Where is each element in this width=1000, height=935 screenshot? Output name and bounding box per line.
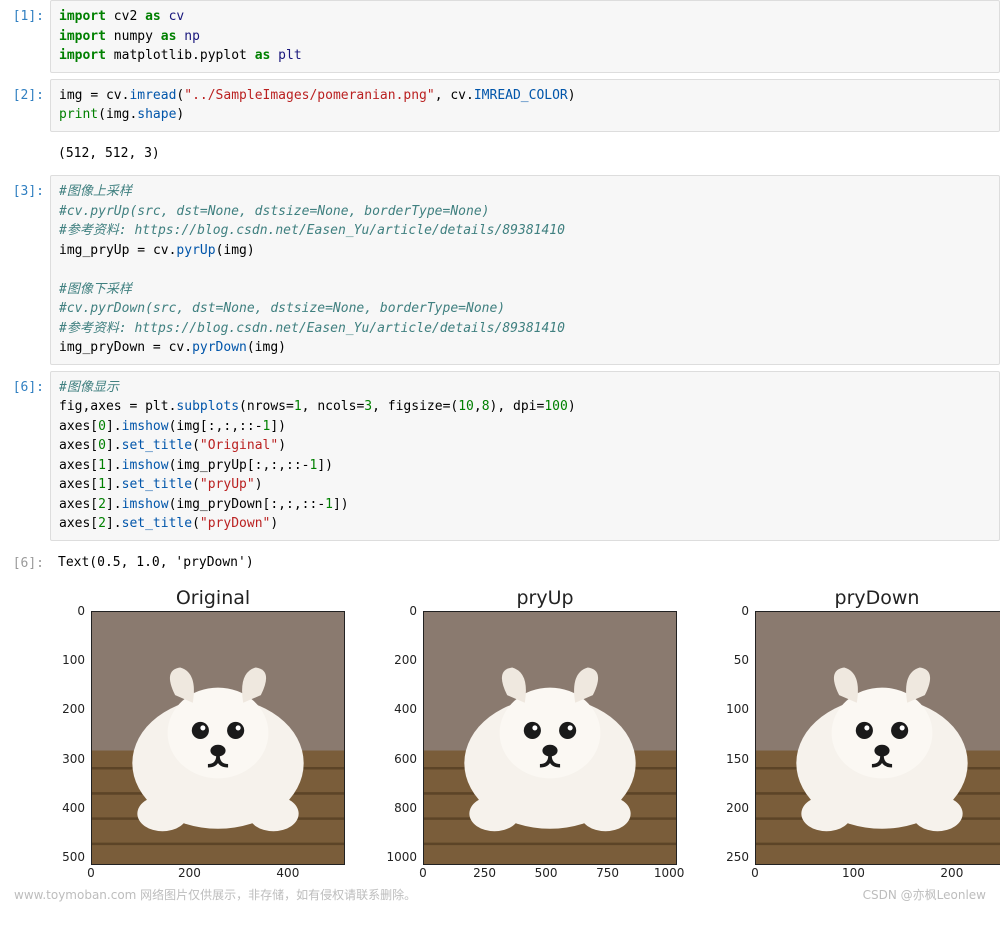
plot-area: [755, 611, 1000, 865]
subplot-0: Original 0100200300400500 0200400: [58, 588, 368, 883]
x-ticks: 02505007501000: [423, 867, 675, 883]
subplot-2: pryDown 050100150200250 0100200: [722, 588, 1000, 883]
plot-area: [91, 611, 345, 865]
subplot-title: Original: [58, 588, 368, 609]
subplot-1: pryUp 02004006008001000 02505007501000: [390, 588, 700, 883]
y-ticks: 050100150200250: [722, 611, 752, 863]
code-cell-3: [3]: #图像上采样 #cv.pyrUp(src, dst=None, dst…: [0, 175, 1000, 365]
code-area-2[interactable]: img = cv.imread("../SampleImages/pomeran…: [50, 79, 1000, 132]
prompt-out-6: [6]:: [0, 547, 50, 579]
code-cell-6: [6]: #图像显示 fig,axes = plt.subplots(nrows…: [0, 371, 1000, 541]
plot-area: [423, 611, 677, 865]
dog-image: [92, 612, 344, 864]
subplot-row: Original 0100200300400500 0200400 pryUp …: [58, 588, 1000, 883]
code-area-3[interactable]: #图像上采样 #cv.pyrUp(src, dst=None, dstsize=…: [50, 175, 1000, 365]
dog-image: [424, 612, 676, 864]
prompt-in-2: [2]:: [0, 79, 50, 132]
code-area-1[interactable]: import cv2 as cv import numpy as np impo…: [50, 0, 1000, 73]
output-cell-6-figure: Original 0100200300400500 0200400 pryUp …: [0, 584, 1000, 883]
prompt-in-1: [1]:: [0, 0, 50, 73]
prompt-in-6: [6]:: [0, 371, 50, 541]
x-ticks: 0200400: [91, 867, 343, 883]
subplot-title: pryUp: [390, 588, 700, 609]
prompt-in-3: [3]:: [0, 175, 50, 365]
output-cell-6-text: [6]: Text(0.5, 1.0, 'pryDown'): [0, 547, 1000, 579]
watermark-right: CSDN @亦枫Leonlew: [863, 889, 986, 901]
y-ticks: 02004006008001000: [390, 611, 420, 863]
subplot-title: pryDown: [722, 588, 1000, 609]
code-area-6[interactable]: #图像显示 fig,axes = plt.subplots(nrows=1, n…: [50, 371, 1000, 541]
watermark-bar: www.toymoban.com 网络图片仅供展示，非存储，如有侵权请联系删除。…: [0, 889, 1000, 911]
watermark-left: www.toymoban.com 网络图片仅供展示，非存储，如有侵权请联系删除。: [14, 889, 416, 901]
y-ticks: 0100200300400500: [58, 611, 88, 863]
dog-image: [756, 612, 1000, 864]
output-cell-2: (512, 512, 3): [0, 138, 1000, 170]
output-text-6: Text(0.5, 1.0, 'pryDown'): [50, 547, 1000, 579]
x-ticks: 0100200: [755, 867, 1000, 883]
code-cell-1: [1]: import cv2 as cv import numpy as np…: [0, 0, 1000, 73]
code-cell-2: [2]: img = cv.imread("../SampleImages/po…: [0, 79, 1000, 132]
output-text-2: (512, 512, 3): [50, 138, 1000, 170]
